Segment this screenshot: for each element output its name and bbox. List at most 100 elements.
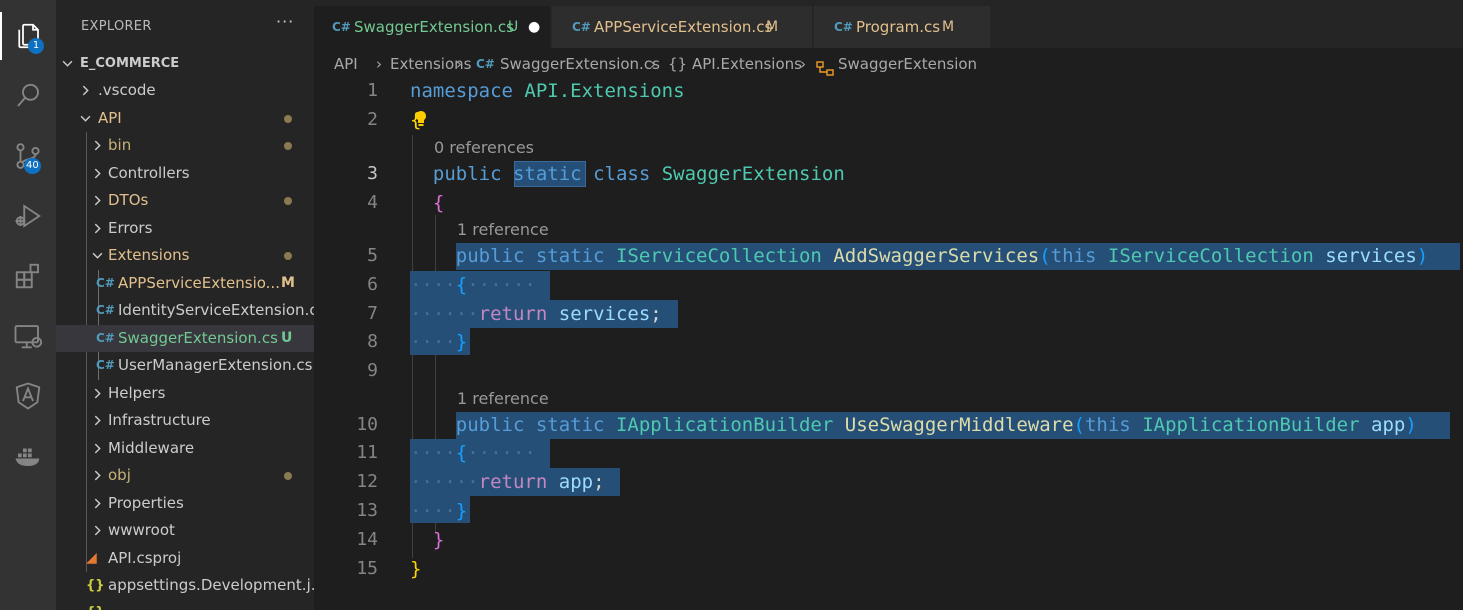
code-line: } — [432, 529, 445, 551]
json-file-icon: {} — [86, 599, 105, 610]
csharp-file-icon: C# — [332, 20, 351, 34]
class-icon — [816, 56, 834, 76]
tree-item-middleware[interactable]: Middleware — [56, 435, 314, 462]
line-number: 3 — [367, 163, 378, 184]
chevron-right-icon — [80, 77, 92, 104]
line-number: 8 — [367, 331, 378, 352]
chevron-right-icon — [92, 160, 104, 187]
tab-label: SwaggerExtension.cs — [354, 18, 514, 36]
csharp-file-icon: C# — [96, 303, 115, 317]
tree-item-apicsproj[interactable]: ◢ API.csproj — [56, 545, 314, 572]
modified-dot — [284, 115, 292, 123]
breadcrumb-item[interactable]: SwaggerExtension.cs — [500, 48, 660, 80]
tree-item-dtos[interactable]: DTOs — [56, 187, 314, 214]
chevron-down-icon — [62, 50, 74, 77]
line-number: 13 — [356, 500, 378, 521]
chevron-right-icon — [92, 380, 104, 407]
explorer-icon[interactable]: 1 — [0, 12, 56, 60]
more-actions-icon[interactable]: ··· — [276, 12, 294, 31]
scm-badge: 40 — [24, 158, 41, 174]
tree-item-vscode[interactable]: .vscode — [56, 77, 314, 104]
tree-item-bin[interactable]: bin — [56, 132, 314, 159]
tree-item-label: Errors — [108, 219, 153, 237]
code-line: namespace API.Extensions — [410, 80, 685, 102]
tree-item-properties[interactable]: Properties — [56, 490, 314, 517]
tree-item-infrastructure[interactable]: Infrastructure — [56, 407, 314, 434]
code-line: ····{······ — [410, 442, 536, 464]
angular-icon[interactable] — [0, 372, 56, 420]
git-status: M — [281, 275, 295, 291]
tree-item-errors[interactable]: Errors — [56, 215, 314, 242]
codelens-references[interactable]: 1 reference — [457, 389, 549, 408]
explorer-badge: 1 — [28, 38, 44, 54]
run-debug-icon[interactable] — [0, 192, 56, 240]
breadcrumb-item[interactable]: SwaggerExtension — [838, 48, 977, 80]
breadcrumb: API › Extensions › C# SwaggerExtension.c… — [314, 48, 1463, 80]
code-line: public static class SwaggerExtension — [432, 163, 845, 185]
codelens-references[interactable]: 0 references — [434, 138, 534, 157]
source-control-icon[interactable]: 40 — [0, 132, 56, 180]
tab-appserviceextension[interactable]: C# APPServiceExtension.cs M — [552, 6, 812, 48]
tab-label: APPServiceExtension.cs — [594, 18, 773, 36]
code-line: public static IServiceCollection AddSwag… — [455, 245, 1429, 267]
chevron-right-icon — [92, 462, 104, 489]
docker-icon[interactable] — [0, 432, 56, 480]
tree-item-appserviceextension[interactable]: C# APPServiceExtensio... M — [56, 270, 314, 297]
line-number: 10 — [356, 414, 378, 435]
modified-dot — [284, 197, 292, 205]
code-line: public static IApplicationBuilder UseSwa… — [455, 414, 1417, 436]
code-editor[interactable]: 1 2 3 4 5 6 7 8 9 10 11 12 13 14 15 name… — [314, 80, 1463, 610]
tree-item-usermanagerextension[interactable]: C# UserManagerExtension.cs — [56, 352, 314, 379]
unsaved-dot-icon[interactable]: ● — [528, 6, 540, 48]
tree-item-label: wwwroot — [108, 521, 175, 539]
tree-item-label: UserManagerExtension.cs — [118, 356, 313, 374]
csharp-file-icon: C# — [96, 276, 115, 290]
tree-item-label: Middleware — [108, 439, 195, 457]
tab-swaggerextension[interactable]: C# SwaggerExtension.cs U ● — [314, 6, 550, 48]
tab-program[interactable]: C# Program.cs M — [814, 6, 990, 48]
codelens-references[interactable]: 1 reference — [457, 220, 549, 239]
csharp-file-icon: C# — [834, 20, 853, 34]
search-icon[interactable] — [0, 72, 56, 120]
csharp-file-icon: C# — [96, 358, 115, 372]
line-number: 15 — [356, 558, 378, 579]
tree-item-partial: {} — [56, 599, 314, 610]
tree-item-extensions[interactable]: Extensions — [56, 242, 314, 269]
chevron-right-icon — [92, 490, 104, 517]
tree-item-label: .vscode — [98, 81, 156, 99]
tree-item-label: appsettings.Development.j... — [108, 576, 314, 594]
tree-item-swaggerextension[interactable]: C# SwaggerExtension.cs U — [56, 325, 314, 352]
chevron-right-icon — [92, 435, 104, 462]
tree-item-label: Controllers — [108, 164, 190, 182]
editor-tabs: C# SwaggerExtension.cs U ● C# APPService… — [314, 0, 1463, 48]
code-line: ····{······ — [410, 274, 536, 296]
tree-item-obj[interactable]: obj — [56, 462, 314, 489]
tree-root[interactable]: E_COMMERCE — [56, 50, 314, 77]
tree-item-identityserviceextension[interactable]: C# IdentityServiceExtension.cs — [56, 297, 314, 324]
code-line: ····} — [410, 331, 468, 353]
line-number: 6 — [367, 274, 378, 295]
tree-item-controllers[interactable]: Controllers — [56, 160, 314, 187]
lightbulb-icon[interactable] — [414, 110, 428, 128]
extensions-icon[interactable] — [0, 252, 56, 300]
tree-item-wwwroot[interactable]: wwwroot — [56, 517, 314, 544]
chevron-down-icon — [92, 242, 104, 269]
tab-status: U — [508, 19, 519, 35]
line-number: 11 — [356, 442, 378, 463]
git-status: U — [281, 330, 293, 346]
breadcrumb-item[interactable]: API — [334, 48, 358, 80]
tree-item-label: Infrastructure — [108, 411, 211, 429]
tree-item-helpers[interactable]: Helpers — [56, 380, 314, 407]
code-line: } — [410, 558, 422, 580]
remote-explorer-icon[interactable] — [0, 312, 56, 360]
csharp-file-icon: C# — [572, 20, 591, 34]
breadcrumb-item[interactable]: API.Extensions — [692, 48, 802, 80]
tree-item-api[interactable]: API — [56, 105, 314, 132]
line-number: 2 — [367, 109, 378, 130]
tab-status: M — [942, 19, 955, 35]
chevron-right-icon — [92, 407, 104, 434]
modified-dot — [284, 252, 292, 260]
tree-item-appsettings-dev[interactable]: {} appsettings.Development.j... — [56, 572, 314, 599]
breadcrumb-separator: › — [650, 55, 656, 73]
modified-dot — [284, 472, 292, 480]
